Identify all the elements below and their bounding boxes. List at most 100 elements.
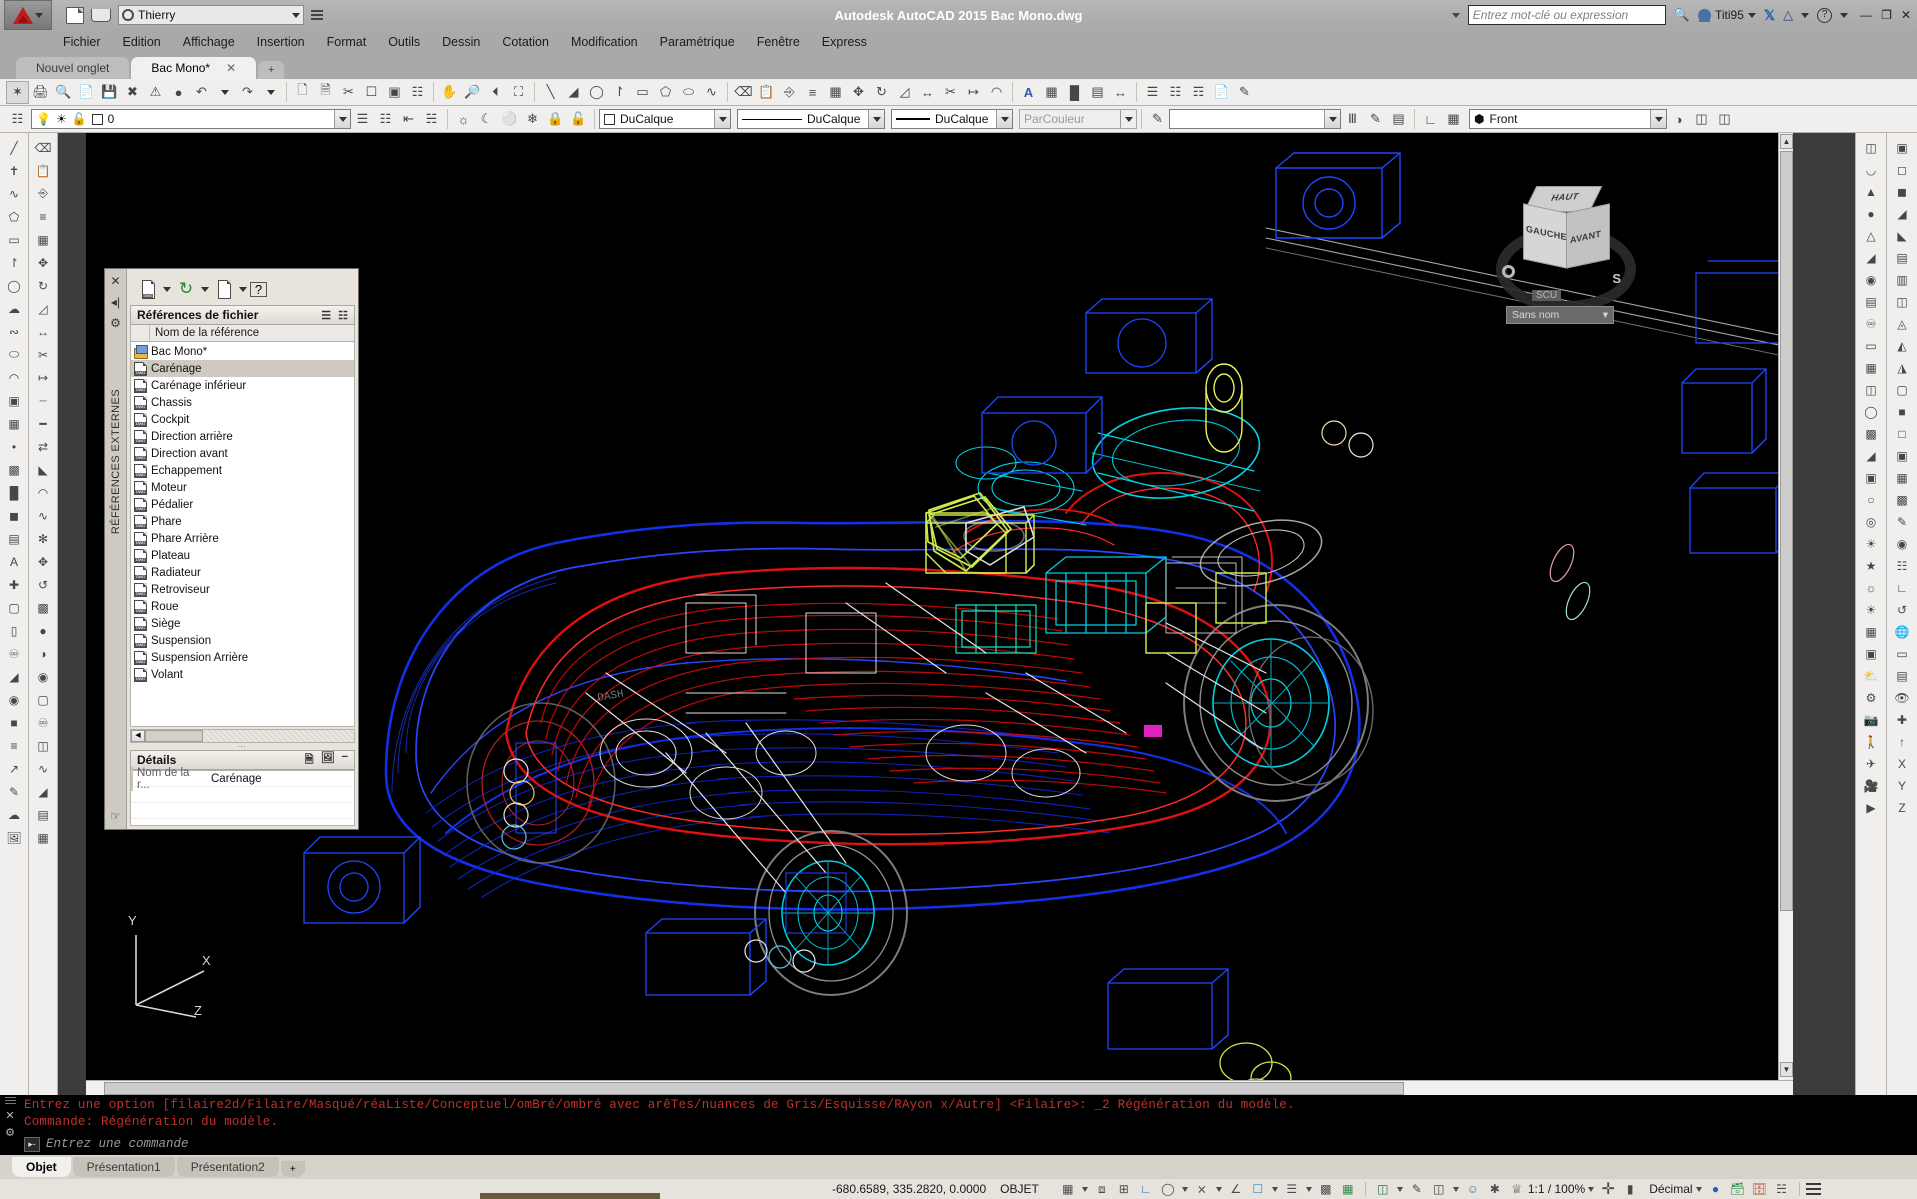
command-line-grip[interactable]: ✕ ⚙ — [3, 1097, 17, 1153]
sheetset-icon[interactable]: 📄 — [1210, 81, 1233, 104]
object-snap-tracking-icon[interactable]: ∠ — [1225, 1180, 1247, 1198]
file-tab[interactable]: Nouvel onglet — [16, 57, 130, 79]
undo-icon[interactable]: ↶ — [190, 81, 213, 104]
layer-previous-icon[interactable]: ☰ — [351, 108, 374, 131]
polyline-icon[interactable]: ◢ — [562, 81, 585, 104]
lineweight-display-icon[interactable]: ▮ — [1619, 1180, 1641, 1198]
command-input-row[interactable]: ▸- Entrez une commande — [24, 1134, 1911, 1154]
move-icon[interactable]: ✥ — [847, 81, 870, 104]
dimension-icon[interactable]: ↔ — [1109, 81, 1132, 104]
rotate-icon[interactable]: ↻ — [870, 81, 893, 104]
revolve-icon[interactable]: ♾ — [31, 712, 56, 733]
offset-icon[interactable]: ≡ — [801, 81, 824, 104]
xref-list-item[interactable]: DWG Retroviseur — [131, 581, 354, 598]
section-icon[interactable]: ▤ — [31, 804, 56, 825]
refresh-icon[interactable]: ↻ — [174, 277, 198, 301]
chevron-down-icon[interactable] — [1747, 12, 1756, 18]
layout-tab[interactable]: Objet — [12, 1157, 71, 1177]
chevron-down-icon[interactable] — [1588, 1186, 1595, 1192]
new-layout-button[interactable]: + — [280, 1161, 305, 1177]
export-layout-icon[interactable]: 🗄 — [1749, 1180, 1771, 1198]
ucs-icon[interactable]: ∟ — [1889, 577, 1916, 598]
chevron-down-icon[interactable] — [1452, 1186, 1459, 1192]
toolpalettes-icon[interactable]: ☶ — [1187, 81, 1210, 104]
render-icon[interactable]: ▣ — [1858, 643, 1885, 664]
3d-align-icon[interactable]: ▩ — [31, 597, 56, 618]
erase-icon[interactable]: ⌫ — [31, 137, 56, 158]
etransmit-icon[interactable]: ⚠ — [144, 81, 167, 104]
attach-xref-icon[interactable]: 🗎 — [314, 81, 337, 104]
visual-style-icon[interactable]: ◫ — [1690, 108, 1713, 131]
new-sheet-icon[interactable]: 🗋 — [291, 81, 314, 104]
arc-icon[interactable]: ↾ — [2, 252, 27, 273]
erase-icon[interactable]: ⌫ — [732, 81, 755, 104]
render-icon[interactable]: ● — [167, 81, 190, 104]
revcloud-icon[interactable]: ☁ — [2, 298, 27, 319]
ucs-z-icon[interactable]: Z — [1889, 797, 1916, 818]
table-icon[interactable]: ▤ — [1086, 81, 1109, 104]
polygon-icon[interactable]: ⬠ — [2, 206, 27, 227]
make-object-layer-current-icon[interactable]: ⇤ — [397, 108, 420, 131]
donut-icon[interactable]: ◉ — [2, 689, 27, 710]
xref-list-item[interactable]: DWG Phare Arrière — [131, 530, 354, 547]
unisolate-layer-icon[interactable]: ☾ — [475, 108, 498, 131]
menu-item-dessin[interactable]: Dessin — [431, 35, 491, 49]
sphere-solid-icon[interactable]: ● — [1858, 203, 1885, 224]
layer-match-icon[interactable]: ☵ — [420, 108, 443, 131]
zoom-previous-icon[interactable]: ⏴ — [484, 81, 507, 104]
explode-icon[interactable]: ✻ — [31, 528, 56, 549]
ucs-icon[interactable]: ▣ — [383, 81, 406, 104]
ucs-manager-icon[interactable]: ▦ — [1442, 108, 1465, 131]
chevron-down-icon[interactable] — [239, 286, 247, 292]
layer-lock-icon[interactable]: 🔓 — [72, 112, 87, 126]
chevron-down-icon[interactable] — [1324, 110, 1340, 128]
scale-icon[interactable]: ◿ — [31, 298, 56, 319]
preview-pane-icon[interactable]: 🖼 — [321, 751, 335, 770]
chevron-down-icon[interactable] — [1650, 110, 1666, 128]
layer-properties-manager-icon[interactable]: ☷ — [6, 108, 29, 131]
light-distant-icon[interactable]: ☼ — [1858, 577, 1885, 598]
chevron-down-icon[interactable] — [868, 110, 884, 128]
command-line-area[interactable]: ✕ ⚙ Entrez une option [filaire2d/Filaire… — [0, 1095, 1917, 1155]
named-views-icon[interactable]: ▣ — [1889, 137, 1916, 158]
coordinates-display[interactable]: -680.6589, 335.2820, 0.0000 — [832, 1182, 986, 1196]
publish-icon[interactable]: 📄 — [75, 81, 98, 104]
ellipse-arc-icon[interactable]: ◠ — [2, 367, 27, 388]
smooth-mesh-icon[interactable]: ◯ — [1858, 401, 1885, 422]
viewcube[interactable]: S HAUT GAUCHE AVANT SCU Sans nom ▾ — [1488, 178, 1658, 338]
close-icon[interactable]: ✕ — [5, 1109, 14, 1122]
minimize-button[interactable]: — — [1860, 8, 1872, 22]
shades-of-gray-icon[interactable]: ▩ — [1889, 489, 1916, 510]
new-document-icon[interactable] — [66, 6, 84, 24]
hatch-icon[interactable]: ▦ — [1040, 81, 1063, 104]
motion-path-icon[interactable]: 🎥 — [1858, 775, 1885, 796]
join-icon[interactable]: ⇄ — [31, 436, 56, 457]
menu-item-express[interactable]: Express — [811, 35, 878, 49]
world-ucs-icon[interactable]: 🌐 — [1889, 621, 1916, 642]
solid-icon[interactable]: ■ — [2, 712, 27, 733]
layer-freeze2-icon[interactable]: ❄ — [521, 108, 544, 131]
chevron-down-icon[interactable] — [163, 286, 171, 292]
chevron-down-icon[interactable] — [35, 12, 43, 18]
dynamic-ucs-icon[interactable]: ☐ — [1247, 1180, 1269, 1198]
sweep-icon[interactable]: ∿ — [31, 758, 56, 779]
ucs-previous-icon[interactable]: ↺ — [1889, 599, 1916, 620]
transparency-icon[interactable]: ▦ — [1337, 1180, 1359, 1198]
table-style-icon[interactable]: ▤ — [1387, 108, 1410, 131]
annotation-scale-value[interactable]: 1:1 / 100% — [1528, 1182, 1585, 1196]
bind-xref-icon[interactable] — [212, 277, 236, 301]
save-icon[interactable]: 💾 — [98, 81, 121, 104]
xray-style-icon[interactable]: ◉ — [1889, 533, 1916, 554]
zoom-window-icon[interactable]: 🔎 — [461, 81, 484, 104]
mesh-box-icon[interactable]: ◫ — [1858, 379, 1885, 400]
xref-list-item[interactable]: DWG Pédalier — [131, 496, 354, 513]
hatch-icon[interactable]: ▩ — [2, 459, 27, 480]
render-region-icon[interactable]: ▦ — [1858, 621, 1885, 642]
customization-icon[interactable]: ☵ — [1771, 1180, 1793, 1198]
loft-icon[interactable]: ◫ — [31, 735, 56, 756]
fly-icon[interactable]: ✈ — [1858, 753, 1885, 774]
menu-item-fichier[interactable]: Fichier — [52, 35, 112, 49]
xref-list-item[interactable]: DWG Radiateur — [131, 564, 354, 581]
external-references-palette[interactable]: ✕ ◂| ⚙ RÉFÉRENCES EXTERNES ☞ DWG ↻ ? Réf… — [104, 268, 359, 830]
menu-item-insertion[interactable]: Insertion — [246, 35, 316, 49]
